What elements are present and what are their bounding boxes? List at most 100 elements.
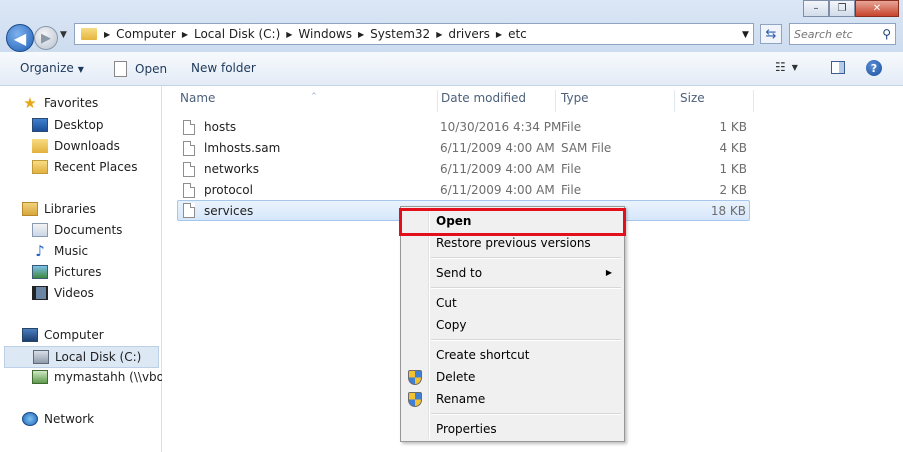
file-type: File — [561, 183, 582, 197]
menu-item-delete[interactable]: Delete — [436, 370, 475, 384]
sidebar-item-downloads[interactable]: Downloads — [32, 139, 120, 153]
sidebar-item-label: Music — [54, 244, 89, 258]
network-drive-icon — [32, 370, 48, 384]
breadcrumb-separator-icon[interactable]: ▶ — [283, 30, 295, 39]
sidebar-item-local-disk[interactable]: Local Disk (C:) — [4, 346, 159, 368]
address-dropdown-icon[interactable]: ▼ — [742, 30, 749, 40]
menu-item-properties[interactable]: Properties — [436, 422, 497, 436]
downloads-icon — [32, 139, 48, 153]
menu-item-rename[interactable]: Rename — [436, 392, 485, 406]
sidebar-item-label: Videos — [54, 286, 94, 300]
menu-item-create-shortcut[interactable]: Create shortcut — [436, 348, 529, 362]
breadcrumb-separator-icon[interactable]: ▶ — [179, 30, 191, 39]
documents-icon — [32, 223, 48, 237]
sidebar-item-recent-places[interactable]: Recent Places — [32, 160, 137, 174]
column-header-date-modified[interactable]: Date modified — [436, 90, 556, 112]
sidebar-item-label: Local Disk (C:) — [55, 350, 142, 364]
file-name: lmhosts.sam — [204, 141, 281, 155]
forward-button[interactable]: ▶ — [34, 26, 58, 50]
file-type: File — [561, 162, 582, 176]
help-icon[interactable]: ? — [866, 60, 882, 76]
new-folder-button[interactable]: New folder — [191, 61, 256, 75]
search-icon[interactable]: ⚲ — [882, 27, 891, 41]
network-globe-icon — [22, 412, 38, 426]
file-date: 6/11/2009 4:00 AM — [440, 141, 555, 155]
organize-button[interactable]: Organize ▼ — [20, 61, 84, 75]
file-row[interactable]: hosts 10/30/2016 4:34 PM File 1 KB — [177, 117, 750, 137]
sidebar-item-pictures[interactable]: Pictures — [32, 265, 102, 279]
menu-separator — [431, 339, 621, 341]
change-view-button[interactable]: ☷ ▼ — [775, 60, 798, 74]
file-size: 18 KB — [710, 203, 746, 218]
uac-shield-icon — [408, 370, 422, 385]
file-date: 6/11/2009 4:00 AM — [440, 183, 555, 197]
desktop-icon — [32, 118, 48, 132]
sidebar-item-label: Downloads — [54, 139, 120, 153]
sidebar-item-documents[interactable]: Documents — [32, 223, 122, 237]
view-icon: ☷ — [775, 60, 786, 74]
open-button[interactable]: Open — [114, 61, 167, 77]
refresh-button[interactable]: ⇆ — [760, 24, 782, 44]
file-row[interactable]: networks 6/11/2009 4:00 AM File 1 KB — [177, 159, 750, 179]
menu-item-restore-previous-versions[interactable]: Restore previous versions — [436, 236, 591, 250]
file-size: 1 KB — [719, 120, 747, 134]
menu-item-copy[interactable]: Copy — [436, 318, 466, 332]
minimize-button[interactable]: – — [803, 0, 829, 17]
sidebar-item-computer[interactable]: Computer — [22, 328, 104, 342]
column-header-label: Name — [180, 91, 216, 105]
uac-shield-icon — [408, 392, 422, 407]
breadcrumb-windows[interactable]: Windows — [295, 27, 355, 41]
sidebar-item-network[interactable]: Network — [22, 412, 94, 426]
menu-separator — [431, 257, 621, 259]
maximize-button[interactable]: ❐ — [829, 0, 855, 17]
context-menu: Open Restore previous versions Send to ▶… — [400, 206, 625, 442]
breadcrumb-separator-icon[interactable]: ▶ — [101, 30, 113, 39]
column-header-size[interactable]: Size — [675, 90, 754, 112]
window-controls: – ❐ ✕ — [803, 0, 899, 18]
breadcrumb-system32[interactable]: System32 — [367, 27, 433, 41]
sidebar-item-videos[interactable]: Videos — [32, 286, 94, 300]
column-header-type[interactable]: Type — [556, 90, 675, 112]
sidebar-item-libraries[interactable]: Libraries — [22, 202, 96, 216]
close-button[interactable]: ✕ — [855, 0, 899, 17]
column-header-name[interactable]: ^ Name — [175, 90, 438, 112]
search-box[interactable]: ⚲ — [789, 23, 896, 45]
file-type: SAM File — [561, 141, 612, 155]
file-size: 2 KB — [719, 183, 747, 197]
sidebar-item-label: Computer — [44, 328, 104, 342]
back-arrow-icon: ◀ — [13, 28, 27, 48]
command-bar: Organize ▼ Open New folder ☷ ▼ ? — [0, 52, 903, 86]
refresh-icon: ⇆ — [765, 26, 777, 42]
file-icon — [183, 182, 195, 198]
breadcrumb-separator-icon[interactable]: ▶ — [433, 30, 445, 39]
menu-item-send-to[interactable]: Send to — [436, 266, 482, 280]
chevron-down-icon: ▼ — [791, 62, 798, 72]
file-row[interactable]: protocol 6/11/2009 4:00 AM File 2 KB — [177, 180, 750, 200]
menu-item-cut[interactable]: Cut — [436, 296, 457, 310]
back-button[interactable]: ◀ — [6, 24, 34, 52]
sidebar-item-music[interactable]: ♪ Music — [32, 244, 89, 259]
submenu-arrow-icon: ▶ — [605, 268, 612, 277]
file-icon — [183, 119, 195, 135]
recent-places-icon — [32, 160, 48, 174]
breadcrumb-local-disk[interactable]: Local Disk (C:) — [191, 27, 283, 41]
breadcrumb-separator-icon[interactable]: ▶ — [355, 30, 367, 39]
preview-pane-icon[interactable] — [831, 61, 845, 74]
breadcrumb-separator-icon[interactable]: ▶ — [493, 30, 505, 39]
sidebar-item-label: Pictures — [54, 265, 102, 279]
sidebar-item-favorites[interactable]: ★ Favorites — [22, 96, 98, 111]
breadcrumb-computer[interactable]: Computer — [113, 27, 179, 41]
breadcrumb-etc[interactable]: etc — [505, 27, 530, 41]
file-row[interactable]: lmhosts.sam 6/11/2009 4:00 AM SAM File 4… — [177, 138, 750, 158]
file-size: 1 KB — [719, 162, 747, 176]
file-icon — [183, 203, 195, 218]
address-bar[interactable]: ▶ Computer ▶ Local Disk (C:) ▶ Windows ▶… — [74, 23, 754, 45]
recent-pages-dropdown[interactable]: ▼ — [60, 30, 67, 40]
sidebar-item-network-drive[interactable]: mymastahh (\\vbox — [32, 370, 171, 384]
folder-icon — [81, 28, 97, 40]
menu-separator — [431, 413, 621, 415]
menu-separator — [431, 287, 621, 289]
sidebar-item-desktop[interactable]: Desktop — [32, 118, 104, 132]
search-input[interactable] — [794, 27, 874, 41]
breadcrumb-drivers[interactable]: drivers — [445, 27, 493, 41]
